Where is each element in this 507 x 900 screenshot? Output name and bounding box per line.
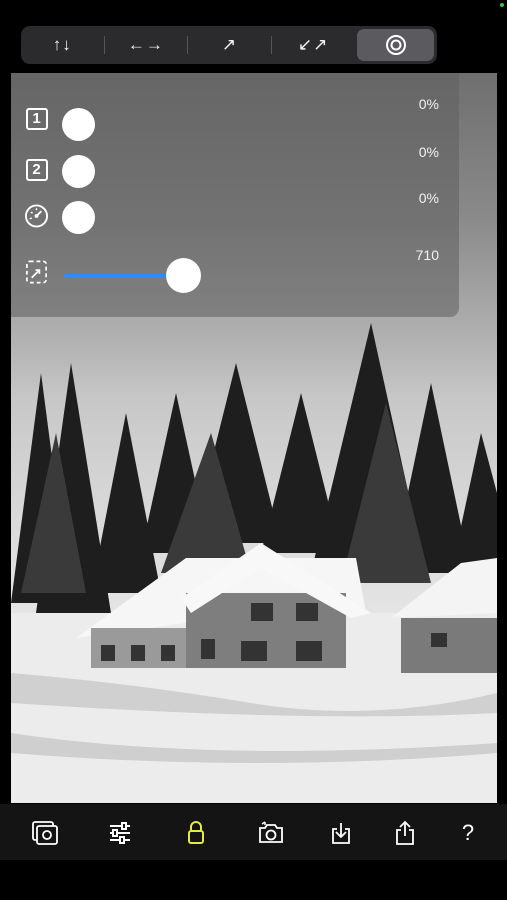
horizontal-flip-button[interactable]: ←→ <box>108 29 185 61</box>
target-button[interactable] <box>357 29 434 61</box>
share-icon <box>396 820 414 845</box>
help-icon: ? <box>461 820 475 845</box>
diagonal-both-button[interactable]: ↙↗ <box>275 29 352 61</box>
target-icon <box>385 35 406 55</box>
slot-1-toggle[interactable] <box>62 108 95 141</box>
horizontal-flip-icon: ←→ <box>127 35 164 54</box>
slot-1-value: 0% <box>418 96 439 112</box>
slot-2-toggle[interactable] <box>62 155 95 188</box>
status-indicator <box>500 3 504 7</box>
vertical-flip-icon: ↑↓ <box>52 35 72 54</box>
speed-toggle[interactable] <box>62 201 95 234</box>
resolution-value: 710 <box>415 247 439 263</box>
photo-library-button[interactable] <box>30 818 60 848</box>
resolution-slider-knob[interactable] <box>166 258 201 293</box>
camera-flip-icon <box>259 821 283 843</box>
adjust-button[interactable] <box>105 818 135 848</box>
lock-button[interactable] <box>181 818 211 848</box>
bottom-toolbar: ? <box>0 804 507 860</box>
photo-library-icon <box>32 821 58 845</box>
divider <box>103 36 105 54</box>
lock-icon <box>188 821 204 844</box>
resize-row-icon <box>24 259 49 284</box>
slot-1-badge: 1 <box>25 107 48 130</box>
speed-row-icon <box>24 203 49 228</box>
slot-2-icon: 2 <box>24 157 49 182</box>
divider <box>270 36 272 54</box>
diagonal-arrow-button[interactable]: ↗ <box>191 29 268 61</box>
diagonal-arrow-icon: ↗ <box>221 35 238 54</box>
slot-2-value: 0% <box>418 144 439 160</box>
diagonal-both-icon: ↙↗ <box>297 35 329 54</box>
speedometer-icon <box>24 203 49 228</box>
adjustment-panel: 1 0% 2 0% 0% 710 <box>11 73 459 317</box>
top-toolbar: ↑↓ ←→ ↗ ↙↗ <box>21 26 437 64</box>
speed-value: 0% <box>418 190 439 206</box>
download-button[interactable] <box>326 818 356 848</box>
share-button[interactable] <box>390 818 420 848</box>
download-icon <box>332 823 350 844</box>
divider <box>187 36 189 54</box>
resize-icon <box>26 260 47 283</box>
slot-1-icon: 1 <box>24 106 49 131</box>
vertical-flip-button[interactable]: ↑↓ <box>24 29 101 61</box>
camera-flip-button[interactable] <box>256 818 286 848</box>
help-button[interactable]: ? <box>453 818 483 848</box>
sliders-icon <box>110 822 130 844</box>
slot-2-badge: 2 <box>25 158 48 181</box>
